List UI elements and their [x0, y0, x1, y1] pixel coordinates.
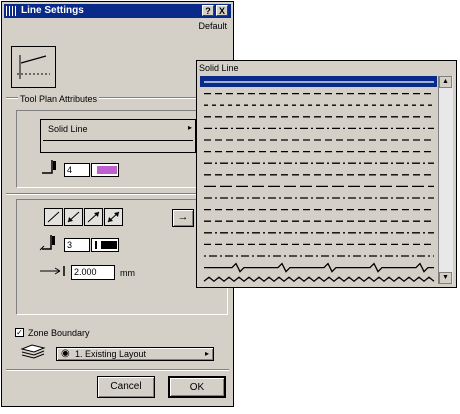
eye-icon: ◉: [61, 348, 70, 359]
cancel-button[interactable]: Cancel: [97, 376, 155, 398]
close-button[interactable]: X: [216, 5, 228, 16]
line-type-value: Solid Line: [48, 124, 88, 134]
default-label[interactable]: Default: [198, 21, 227, 31]
scroll-down-icon[interactable]: ▼: [439, 272, 452, 284]
pen-icon: [42, 160, 56, 174]
scroll-up-icon[interactable]: ▲: [439, 76, 452, 88]
popup-arrow-icon: ▸: [187, 123, 192, 132]
pen-color-swatch[interactable]: [91, 163, 119, 177]
section-pen-icon: [39, 235, 55, 251]
group-label: Tool Plan Attributes: [18, 94, 100, 104]
palette-line-item[interactable]: [204, 262, 434, 273]
palette-scrollbar[interactable]: ▲ ▼: [438, 76, 453, 284]
thickness-unit: mm: [120, 268, 135, 278]
line-type-sample: [43, 140, 193, 141]
zone-boundary-checkbox[interactable]: ✓: [15, 328, 24, 337]
layer-stack-icon: [20, 344, 46, 359]
section-pen-field[interactable]: 3: [64, 238, 90, 252]
line-type-popup[interactable]: Solid Line ▸: [40, 119, 196, 153]
layer-value: 1. Existing Layout: [75, 349, 147, 359]
arrow-none-tool[interactable]: [44, 208, 63, 226]
line-preview-icon: [17, 55, 50, 79]
line-tool-preview: [11, 46, 56, 88]
pen-number-field[interactable]: 4: [64, 163, 90, 177]
dialog-title: Line Settings: [21, 5, 84, 16]
layer-popup[interactable]: ◉ 1. Existing Layout ▸: [56, 347, 214, 361]
section-pen-color-swatch[interactable]: [91, 238, 119, 252]
grip-icon: [6, 6, 18, 16]
thickness-field[interactable]: 2.000: [71, 265, 115, 280]
pen-color-fill: [97, 166, 117, 174]
section-pen-color-fill: [101, 241, 117, 249]
line-type-palette: Solid Line ▲ ▼: [196, 60, 457, 288]
arrow-start-tool[interactable]: [64, 208, 83, 226]
arrow-end-tool[interactable]: [84, 208, 103, 226]
help-button[interactable]: ?: [202, 5, 214, 16]
palette-line-item[interactable]: [203, 276, 435, 283]
title-bar[interactable]: Line Settings ? X: [4, 4, 231, 18]
palette-line-list[interactable]: [200, 76, 438, 286]
separator: [6, 369, 229, 371]
arrow-options-button[interactable]: →: [172, 209, 194, 227]
arrow-right-icon: →: [177, 211, 189, 223]
arrow-both-tool[interactable]: [104, 208, 123, 226]
popup-arrow-icon: ▸: [204, 349, 209, 358]
palette-title: Solid Line: [199, 63, 239, 73]
thickness-icon: [40, 266, 65, 276]
zone-boundary-label[interactable]: Zone Boundary: [28, 328, 90, 338]
ok-button[interactable]: OK: [168, 376, 226, 398]
